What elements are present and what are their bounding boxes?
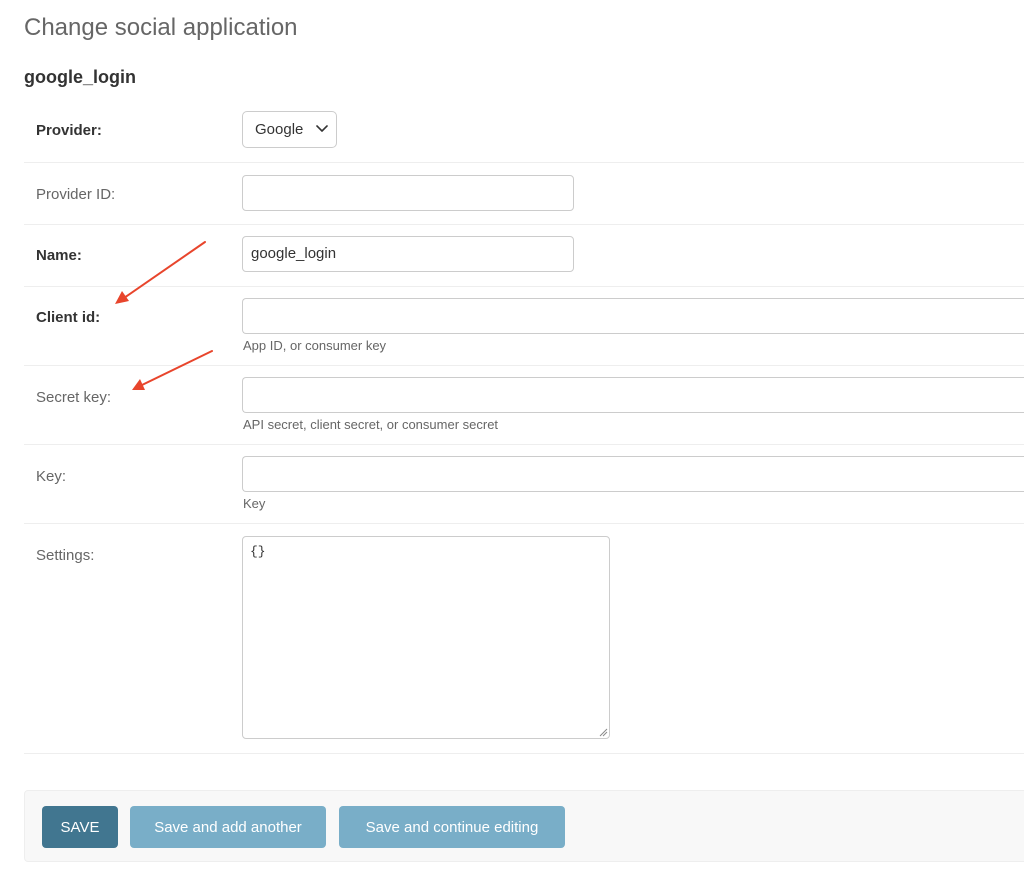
provider-selected-value: Google bbox=[255, 121, 304, 138]
provider-id-label: Provider ID: bbox=[36, 186, 116, 203]
form-row-settings: Settings: {} bbox=[24, 523, 1024, 754]
object-name-heading: google_login bbox=[24, 67, 136, 87]
settings-textarea[interactable]: {} bbox=[242, 536, 610, 739]
submit-row: SAVE Save and add another Save and conti… bbox=[24, 790, 1024, 862]
settings-label: Settings: bbox=[36, 547, 95, 564]
resize-grip-icon[interactable] bbox=[598, 727, 608, 737]
provider-label: Provider: bbox=[36, 122, 102, 139]
provider-select[interactable]: Google bbox=[242, 111, 337, 148]
change-form-page: Change social application google_login P… bbox=[0, 0, 1024, 881]
key-input[interactable] bbox=[242, 456, 1024, 492]
client-id-label: Client id: bbox=[36, 309, 101, 326]
key-label: Key: bbox=[36, 468, 67, 485]
client-id-help-text: App ID, or consumer key bbox=[243, 338, 387, 353]
name-input[interactable]: google_login bbox=[242, 236, 574, 272]
key-help-text: Key bbox=[243, 496, 266, 511]
save-button[interactable]: SAVE bbox=[42, 806, 118, 848]
form-row-secret-key: Secret key: API secret, client secret, o… bbox=[24, 365, 1024, 445]
save-and-add-another-button[interactable]: Save and add another bbox=[130, 806, 326, 848]
form-row-client-id: Client id: App ID, or consumer key bbox=[24, 286, 1024, 366]
secret-key-input[interactable] bbox=[242, 377, 1024, 413]
client-id-input[interactable] bbox=[242, 298, 1024, 334]
save-and-continue-editing-button[interactable]: Save and continue editing bbox=[339, 806, 565, 848]
secret-key-label: Secret key: bbox=[36, 389, 112, 406]
form-row-provider: Provider: Google bbox=[24, 100, 1024, 163]
settings-textarea-value: {} bbox=[250, 544, 266, 559]
chevron-down-icon bbox=[316, 125, 328, 132]
form-row-provider-id: Provider ID: bbox=[24, 162, 1024, 225]
name-label: Name: bbox=[36, 247, 82, 264]
secret-key-help-text: API secret, client secret, or consumer s… bbox=[243, 417, 499, 432]
page-title: Change social application bbox=[24, 14, 298, 41]
form-row-key: Key: Key bbox=[24, 444, 1024, 524]
form-row-name: Name: google_login bbox=[24, 224, 1024, 287]
provider-id-input[interactable] bbox=[242, 175, 574, 211]
